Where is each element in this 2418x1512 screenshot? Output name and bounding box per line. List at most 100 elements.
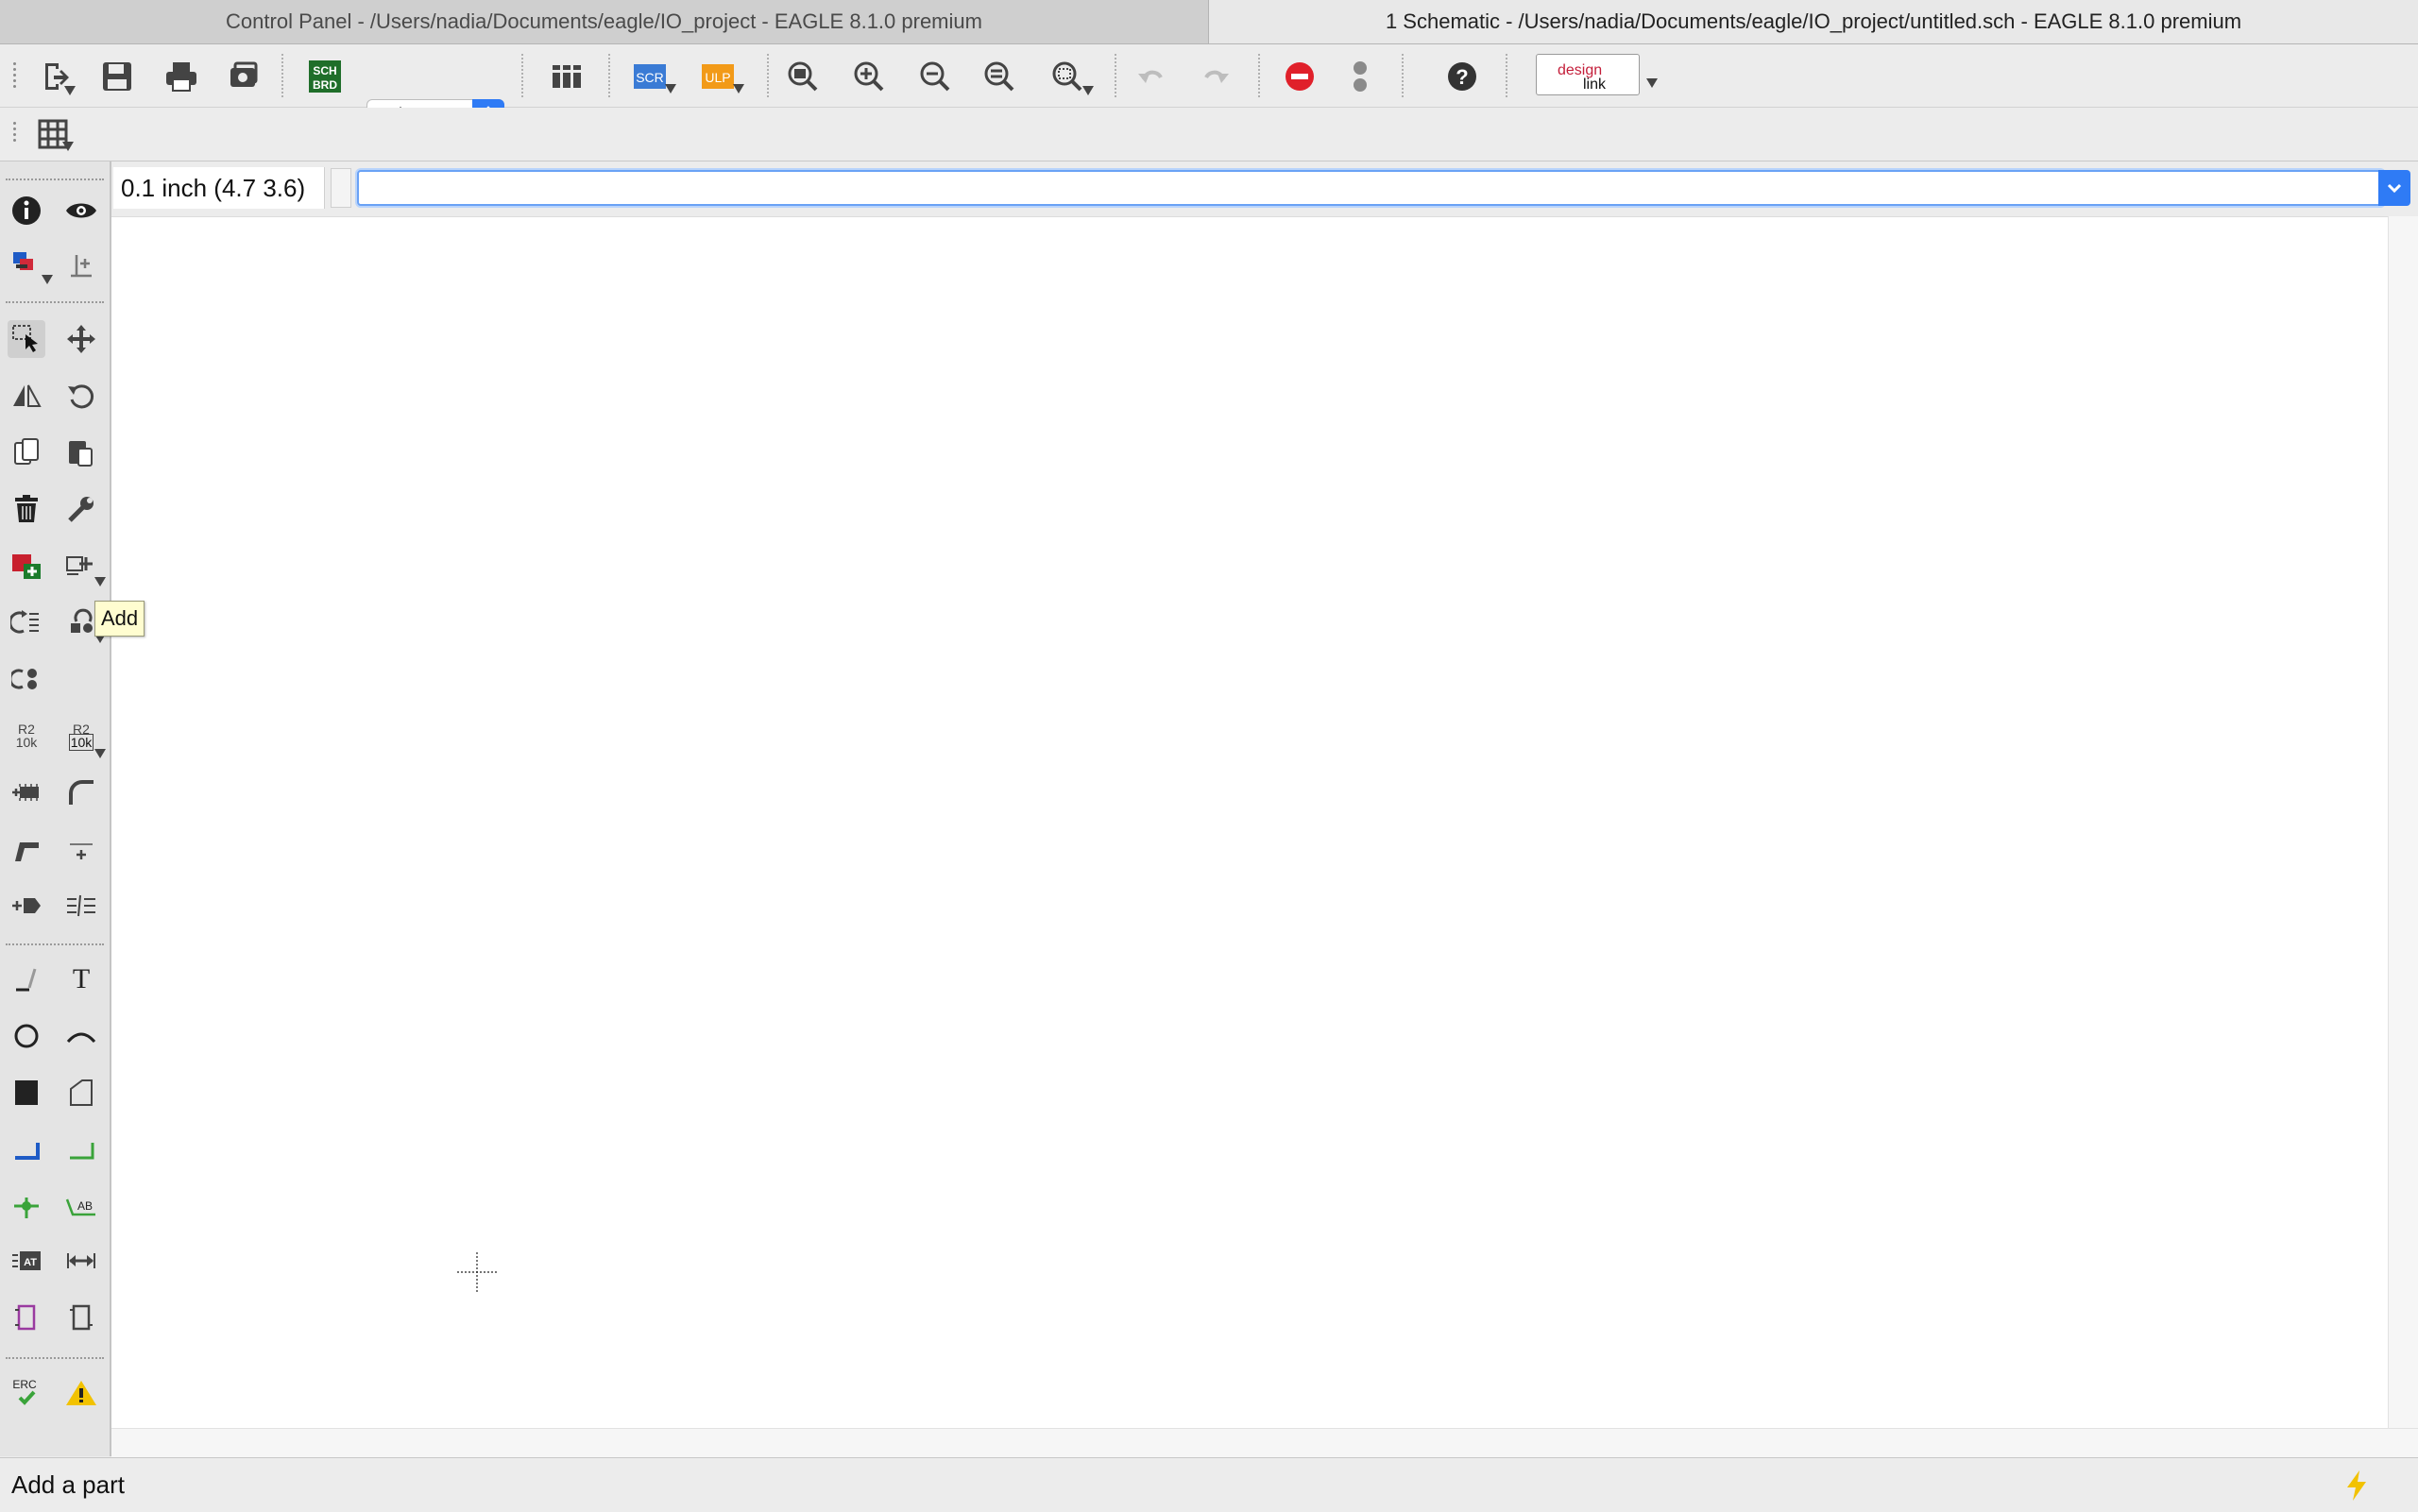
library-icon[interactable]	[546, 56, 587, 97]
tab-schematic[interactable]: 1 Schematic - /Users/nadia/Documents/eag…	[1209, 0, 2418, 43]
crosshair-cursor-icon	[457, 1252, 497, 1292]
command-line-input[interactable]	[357, 170, 2384, 206]
sidebar-divider	[6, 943, 104, 945]
toolbar-separator	[1258, 54, 1262, 97]
erc-label: ERC	[12, 1378, 37, 1391]
junction-icon[interactable]	[8, 1187, 45, 1225]
command-history-dropdown[interactable]	[2378, 170, 2410, 206]
align-icon[interactable]	[62, 887, 100, 925]
grid-dropdown-icon[interactable]	[62, 142, 74, 151]
layer-settings-icon[interactable]	[8, 246, 45, 284]
toolbar-separator	[1115, 54, 1118, 97]
dimension-icon[interactable]	[62, 1242, 100, 1280]
sidebar-divider	[6, 178, 104, 180]
window-tab-bar: Control Panel - /Users/nadia/Documents/e…	[0, 0, 2418, 44]
delete-icon[interactable]	[8, 490, 45, 528]
command-sidebar: R2 10k R2 10k T AB AT ERC	[0, 161, 111, 1456]
change-wrench-icon[interactable]	[62, 490, 100, 528]
zoom-dropdown-icon[interactable]	[1082, 86, 1094, 95]
10k-label: 10k	[15, 735, 38, 750]
schematic-canvas[interactable]	[111, 216, 2388, 1429]
smash-icon[interactable]	[8, 773, 45, 811]
tooltip: Add	[94, 601, 145, 637]
invoke-gate-icon[interactable]	[8, 603, 45, 641]
toolbar-grip[interactable]	[13, 59, 17, 91]
mirror-icon[interactable]	[8, 377, 45, 415]
undo-icon[interactable]	[1130, 56, 1171, 97]
open-dropdown-icon[interactable]	[64, 86, 76, 95]
mark-origin-icon[interactable]	[62, 246, 100, 284]
group-select-icon[interactable]	[8, 320, 45, 358]
lightning-icon[interactable]	[2344, 1470, 2371, 1502]
zoom-fit-icon[interactable]	[782, 56, 824, 97]
replace-dropdown-icon[interactable]	[94, 577, 106, 586]
net-icon[interactable]	[8, 1130, 45, 1168]
optimize-icon[interactable]	[62, 830, 100, 868]
status-message: Add a part	[11, 1470, 125, 1499]
frame-icon[interactable]	[8, 1299, 45, 1336]
horizontal-scrollbar[interactable]	[111, 1428, 2418, 1457]
info-icon[interactable]	[8, 192, 45, 229]
toolbar-separator	[608, 54, 612, 97]
paste-icon[interactable]	[62, 433, 100, 471]
circle-icon[interactable]	[8, 1017, 45, 1055]
design-link-icon[interactable]: design link	[1536, 54, 1640, 95]
miter-icon[interactable]	[62, 773, 100, 811]
arc-icon[interactable]	[62, 1017, 100, 1055]
script-dropdown-icon[interactable]	[665, 84, 676, 93]
tab-control-panel[interactable]: Control Panel - /Users/nadia/Documents/e…	[0, 0, 1209, 43]
sch-brd-switch-icon[interactable]: SCH BRD	[304, 56, 346, 97]
module-icon[interactable]	[62, 1299, 100, 1336]
value-dropdown-icon[interactable]	[94, 749, 106, 758]
svg-text:?: ?	[1456, 65, 1468, 89]
toolbar-separator	[1402, 54, 1405, 97]
design-link-dropdown-icon[interactable]	[1646, 78, 1658, 88]
save-icon[interactable]	[96, 56, 138, 97]
rotate-icon[interactable]	[62, 377, 100, 415]
bus-icon[interactable]	[62, 1130, 100, 1168]
zoom-out-icon[interactable]	[914, 56, 956, 97]
coordinate-display: 0.1 inch (4.7 3.6)	[113, 167, 325, 209]
copy-icon[interactable]	[8, 433, 45, 471]
toolbar-separator	[281, 54, 285, 97]
label-ab-text: AB	[77, 1199, 93, 1213]
split-icon[interactable]	[8, 830, 45, 868]
label-icon[interactable]: AB	[62, 1187, 100, 1225]
brd-label: BRD	[313, 78, 337, 92]
ulp-dropdown-icon[interactable]	[733, 84, 744, 93]
design-link-bottom: link	[1583, 76, 1607, 93]
attribute-display-icon[interactable]: AT	[8, 1242, 45, 1280]
cam-processor-icon[interactable]	[223, 56, 264, 97]
at-label: AT	[24, 1257, 37, 1268]
add-part-icon[interactable]	[8, 547, 45, 585]
main-toolbar: SCH BRD 1/1 SCR ULP	[0, 44, 2418, 135]
redo-icon[interactable]	[1196, 56, 1237, 97]
toolbar-grip[interactable]	[13, 119, 17, 144]
move-icon[interactable]	[62, 320, 100, 358]
text-icon[interactable]: T	[62, 960, 100, 998]
errors-warning-icon[interactable]	[62, 1374, 100, 1412]
sidebar-divider	[6, 1357, 104, 1359]
zoom-redraw-icon[interactable]	[979, 56, 1020, 97]
pin-swap-icon[interactable]	[8, 660, 45, 698]
line-icon[interactable]	[8, 960, 45, 998]
name-value-icon[interactable]: R2 10k	[8, 717, 45, 755]
grid-unit-box[interactable]	[331, 168, 351, 208]
erc-check-icon[interactable]: ERC	[8, 1374, 45, 1412]
toolbar-separator	[521, 54, 525, 97]
zoom-in-icon[interactable]	[848, 56, 890, 97]
toolbar-separator	[767, 54, 771, 97]
stop-icon[interactable]	[1279, 56, 1320, 97]
layer-dropdown-icon[interactable]	[42, 275, 53, 284]
print-icon[interactable]	[161, 56, 202, 97]
show-eye-icon[interactable]	[62, 192, 100, 229]
vertical-scrollbar[interactable]	[2388, 216, 2418, 1428]
10k-label-2: 10k	[68, 734, 94, 751]
status-bar: Add a part	[0, 1457, 2418, 1512]
help-icon[interactable]: ?	[1441, 56, 1483, 97]
rectangle-icon[interactable]	[8, 1074, 45, 1112]
polygon-icon[interactable]	[62, 1074, 100, 1112]
scr-label: SCR	[636, 70, 664, 85]
go-icon[interactable]	[1339, 56, 1381, 97]
attribute-icon[interactable]	[8, 887, 45, 925]
